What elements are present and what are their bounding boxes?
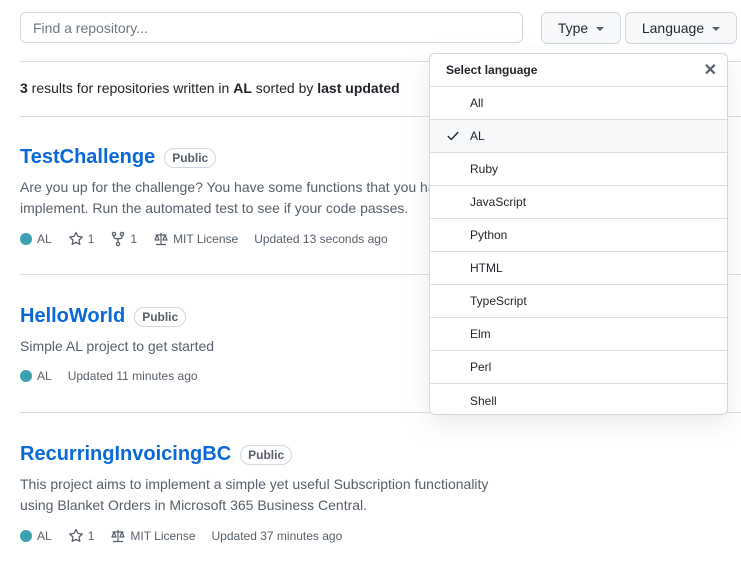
language-option-html[interactable]: HTML (430, 252, 727, 285)
language-option-typescript[interactable]: TypeScript (430, 285, 727, 318)
language-option-python[interactable]: Python (430, 219, 727, 252)
repo-description: This project aims to implement a simple … (20, 476, 489, 513)
language-label: AL (37, 232, 52, 246)
language-filter-button[interactable]: Language (625, 12, 737, 44)
language-option-label: HTML (470, 261, 503, 275)
forks-count: 1 (130, 232, 138, 246)
repo-license: MIT License (153, 231, 238, 247)
type-filter-label: Type (557, 20, 589, 36)
language-option-label: AL (470, 129, 485, 143)
star-icon (68, 528, 83, 542)
repo-description: Are you up for the challenge? You have s… (20, 179, 466, 216)
visibility-badge: Public (134, 306, 187, 327)
star-icon (68, 231, 83, 245)
fork-icon (112, 231, 125, 247)
language-label: AL (37, 369, 52, 383)
language-select-menu: Select language ✕ All AL Ruby JavaScript Pyt… (429, 53, 728, 415)
language-option-elm[interactable]: Elm (430, 318, 727, 351)
language-option-label: Perl (470, 360, 492, 374)
visibility-badge: Public (164, 147, 217, 168)
repo-forks[interactable]: 1 (110, 231, 137, 247)
repo-language: AL (20, 529, 52, 543)
language-option-al[interactable]: AL (430, 120, 727, 153)
language-label: AL (37, 529, 52, 543)
summary-sort: last updated (317, 80, 400, 96)
language-option-label: JavaScript (470, 195, 527, 209)
summary-language: AL (233, 80, 252, 96)
close-icon[interactable]: ✕ (704, 60, 717, 80)
results-summary: 3 results for repositories written in AL… (20, 80, 400, 96)
language-filter-label: Language (641, 20, 705, 36)
repo-name-link[interactable]: TestChallenge (20, 146, 155, 169)
language-option-label: All (470, 96, 484, 110)
language-option-ruby[interactable]: Ruby (430, 153, 727, 186)
repo-updated: Updated 37 minutes ago (211, 529, 343, 543)
language-option-label: TypeScript (470, 294, 527, 308)
type-filter-button[interactable]: Type (541, 12, 621, 44)
language-option-all[interactable]: All (430, 87, 727, 120)
language-option-label: Shell (470, 393, 497, 408)
license-label: MIT License (130, 529, 196, 543)
language-color-dot (20, 233, 32, 245)
summary-text: sorted by (251, 80, 318, 96)
caret-down-icon (712, 27, 721, 31)
repo-item: HelloWorld Public Simple AL project to g… (20, 305, 500, 383)
language-option-javascript[interactable]: JavaScript (430, 186, 727, 219)
caret-down-icon (596, 27, 605, 31)
language-option-label: Elm (470, 327, 491, 341)
repo-item: RecurringInvoicingBC Public This project… (20, 443, 500, 544)
repo-stars[interactable]: 1 (68, 231, 95, 247)
repo-name-link[interactable]: HelloWorld (20, 305, 125, 328)
menu-title: Select language (446, 63, 538, 77)
results-count: 3 (20, 80, 28, 96)
language-color-dot (20, 530, 32, 542)
repo-stars[interactable]: 1 (68, 528, 95, 544)
language-option-label: Ruby (470, 162, 499, 176)
language-option-shell[interactable]: Shell (430, 384, 727, 414)
repo-item: TestChallenge Public Are you up for the … (20, 146, 500, 247)
license-label: MIT License (173, 232, 239, 246)
language-option-perl[interactable]: Perl (430, 351, 727, 384)
repo-language: AL (20, 369, 52, 383)
repo-updated: Updated 13 seconds ago (254, 232, 388, 246)
repo-description: Simple AL project to get started (20, 338, 215, 354)
visibility-badge: Public (240, 444, 293, 465)
menu-header: Select language ✕ (430, 54, 727, 87)
law-scale-icon (111, 530, 125, 543)
language-option-label: Python (470, 228, 508, 242)
repository-search-input[interactable] (20, 12, 523, 43)
law-scale-icon (154, 233, 168, 246)
summary-text: results for repositories written in (27, 80, 234, 96)
repo-license: MIT License (110, 528, 196, 544)
repo-language: AL (20, 232, 52, 246)
stars-count: 1 (87, 232, 95, 246)
stars-count: 1 (87, 529, 95, 543)
language-color-dot (20, 370, 32, 382)
check-icon (446, 129, 462, 143)
repo-updated: Updated 11 minutes ago (67, 369, 198, 383)
repo-name-link[interactable]: RecurringInvoicingBC (20, 443, 231, 466)
